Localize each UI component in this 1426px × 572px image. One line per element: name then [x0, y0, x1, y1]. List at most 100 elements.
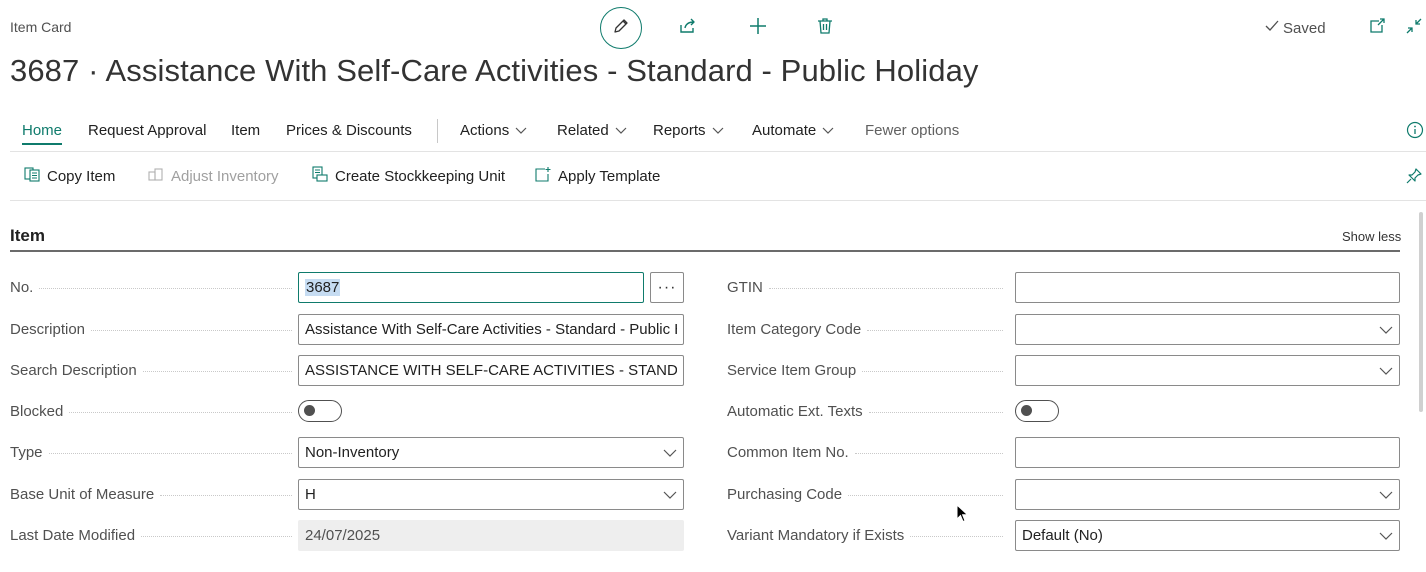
menu-divider-line: [10, 151, 1426, 152]
share-button[interactable]: [675, 15, 701, 41]
action-bar: Home Request Approval Item Prices & Disc…: [0, 118, 1426, 146]
chevron-down-icon: [663, 449, 677, 457]
fewer-options-link[interactable]: Fewer options: [865, 122, 959, 139]
variant-mandatory-value: Default (No): [1022, 527, 1103, 544]
item-category-code-select[interactable]: [1015, 314, 1400, 345]
common-item-no-input[interactable]: [1015, 437, 1400, 468]
field-row-variant-mandatory: Variant Mandatory if Exists Default (No): [727, 520, 1400, 551]
field-row-last-date-modified: Last Date Modified 24/07/2025: [10, 520, 684, 551]
field-row-blocked: Blocked: [10, 396, 684, 426]
chevron-down-icon: [1379, 367, 1393, 375]
menu-automate-label: Automate: [752, 122, 817, 139]
menu-reports-label: Reports: [653, 122, 706, 139]
ellipsis-icon: ···: [657, 278, 677, 296]
no-lookup-button[interactable]: ···: [650, 272, 684, 303]
pin-action-bar-button[interactable]: [1405, 167, 1423, 189]
field-row-automatic-ext-texts: Automatic Ext. Texts: [727, 396, 1400, 426]
field-row-type: Type Non-Inventory: [10, 437, 684, 468]
section-divider: [10, 250, 1400, 252]
menu-actions[interactable]: Actions: [460, 122, 527, 139]
gtin-label: GTIN: [727, 272, 1003, 302]
create-stockkeeping-unit-button[interactable]: Create Stockkeeping Unit: [311, 166, 505, 187]
edit-pencil-icon: [612, 17, 630, 40]
apply-template-button[interactable]: Apply Template: [534, 166, 660, 187]
tab-prices-discounts[interactable]: Prices & Discounts: [286, 122, 412, 139]
purchasing-code-select[interactable]: [1015, 479, 1400, 510]
open-new-window-icon: [1368, 17, 1386, 39]
chevron-down-icon: [1379, 491, 1393, 499]
search-description-input[interactable]: ASSISTANCE WITH SELF-CARE ACTIVITIES - S…: [298, 355, 684, 386]
chevron-down-icon: [1379, 326, 1393, 334]
no-label: No.: [10, 272, 292, 302]
chevron-down-icon: [615, 122, 627, 139]
field-row-purchasing-code: Purchasing Code: [727, 479, 1400, 510]
last-date-modified-label: Last Date Modified: [10, 520, 292, 550]
share-icon: [678, 17, 698, 40]
delete-button[interactable]: [812, 15, 838, 41]
field-row-description: Description Assistance With Self-Care Ac…: [10, 314, 684, 345]
blocked-toggle[interactable]: [298, 400, 342, 422]
blocked-label: Blocked: [10, 396, 292, 426]
delete-trash-icon: [817, 17, 833, 40]
copy-item-label: Copy Item: [47, 167, 116, 185]
edit-button[interactable]: [600, 7, 642, 49]
service-item-group-label: Service Item Group: [727, 355, 1003, 385]
template-icon: [534, 166, 552, 187]
checkmark-icon: [1264, 19, 1280, 37]
show-less-link[interactable]: Show less: [1342, 229, 1401, 244]
open-new-window-button[interactable]: [1364, 15, 1390, 41]
tab-request-approval[interactable]: Request Approval: [88, 122, 206, 139]
description-value: Assistance With Self-Care Activities - S…: [305, 321, 677, 338]
menu-reports[interactable]: Reports: [653, 122, 724, 139]
section-title-item[interactable]: Item: [10, 226, 45, 246]
chevron-down-icon: [822, 122, 834, 139]
field-row-no: No. 3687 ···: [10, 272, 684, 303]
pin-icon: [1405, 167, 1423, 189]
info-icon: [1406, 121, 1424, 143]
description-label: Description: [10, 314, 292, 344]
subaction-divider-line: [10, 200, 1426, 201]
type-select[interactable]: Non-Inventory: [298, 437, 684, 468]
base-unit-value: H: [305, 486, 316, 503]
field-row-item-category-code: Item Category Code: [727, 314, 1400, 345]
new-button[interactable]: [745, 15, 771, 41]
chevron-down-icon: [515, 122, 527, 139]
common-item-no-label: Common Item No.: [727, 437, 1003, 467]
automatic-ext-texts-label: Automatic Ext. Texts: [727, 396, 1003, 426]
tab-item[interactable]: Item: [231, 122, 260, 139]
info-button[interactable]: [1406, 121, 1424, 143]
no-input[interactable]: 3687: [298, 272, 644, 303]
type-label: Type: [10, 437, 292, 467]
description-input[interactable]: Assistance With Self-Care Activities - S…: [298, 314, 684, 345]
stockkeeping-icon: [311, 166, 329, 187]
chevron-down-icon: [1379, 532, 1393, 540]
search-description-value: ASSISTANCE WITH SELF-CARE ACTIVITIES - S…: [305, 362, 677, 379]
base-unit-select[interactable]: H: [298, 479, 684, 510]
menu-related[interactable]: Related: [557, 122, 627, 139]
tab-home[interactable]: Home: [22, 122, 63, 145]
page-type-label: Item Card: [10, 19, 72, 35]
collapse-button[interactable]: [1401, 15, 1426, 41]
menu-actions-label: Actions: [460, 122, 510, 139]
field-row-base-unit: Base Unit of Measure H: [10, 479, 684, 510]
variant-mandatory-select[interactable]: Default (No): [1015, 520, 1400, 551]
menu-related-label: Related: [557, 122, 609, 139]
gtin-input[interactable]: [1015, 272, 1400, 303]
page-title: 3687 · Assistance With Self-Care Activit…: [10, 53, 979, 88]
copy-item-button[interactable]: Copy Item: [24, 166, 115, 186]
field-row-common-item-no: Common Item No.: [727, 437, 1400, 468]
item-category-code-label: Item Category Code: [727, 314, 1003, 344]
adjust-inventory-button[interactable]: Adjust Inventory: [147, 166, 279, 186]
vertical-scrollbar[interactable]: [1419, 212, 1423, 412]
field-row-service-item-group: Service Item Group: [727, 355, 1400, 386]
apply-template-label: Apply Template: [558, 168, 661, 185]
search-description-label: Search Description: [10, 355, 292, 385]
automatic-ext-texts-toggle[interactable]: [1015, 400, 1059, 422]
no-value: 3687: [305, 279, 341, 296]
mouse-cursor-icon: [956, 503, 970, 529]
field-row-search-description: Search Description ASSISTANCE WITH SELF-…: [10, 355, 684, 386]
service-item-group-select[interactable]: [1015, 355, 1400, 386]
base-unit-label: Base Unit of Measure: [10, 479, 292, 509]
menu-automate[interactable]: Automate: [752, 122, 834, 139]
collapse-icon: [1405, 17, 1423, 40]
